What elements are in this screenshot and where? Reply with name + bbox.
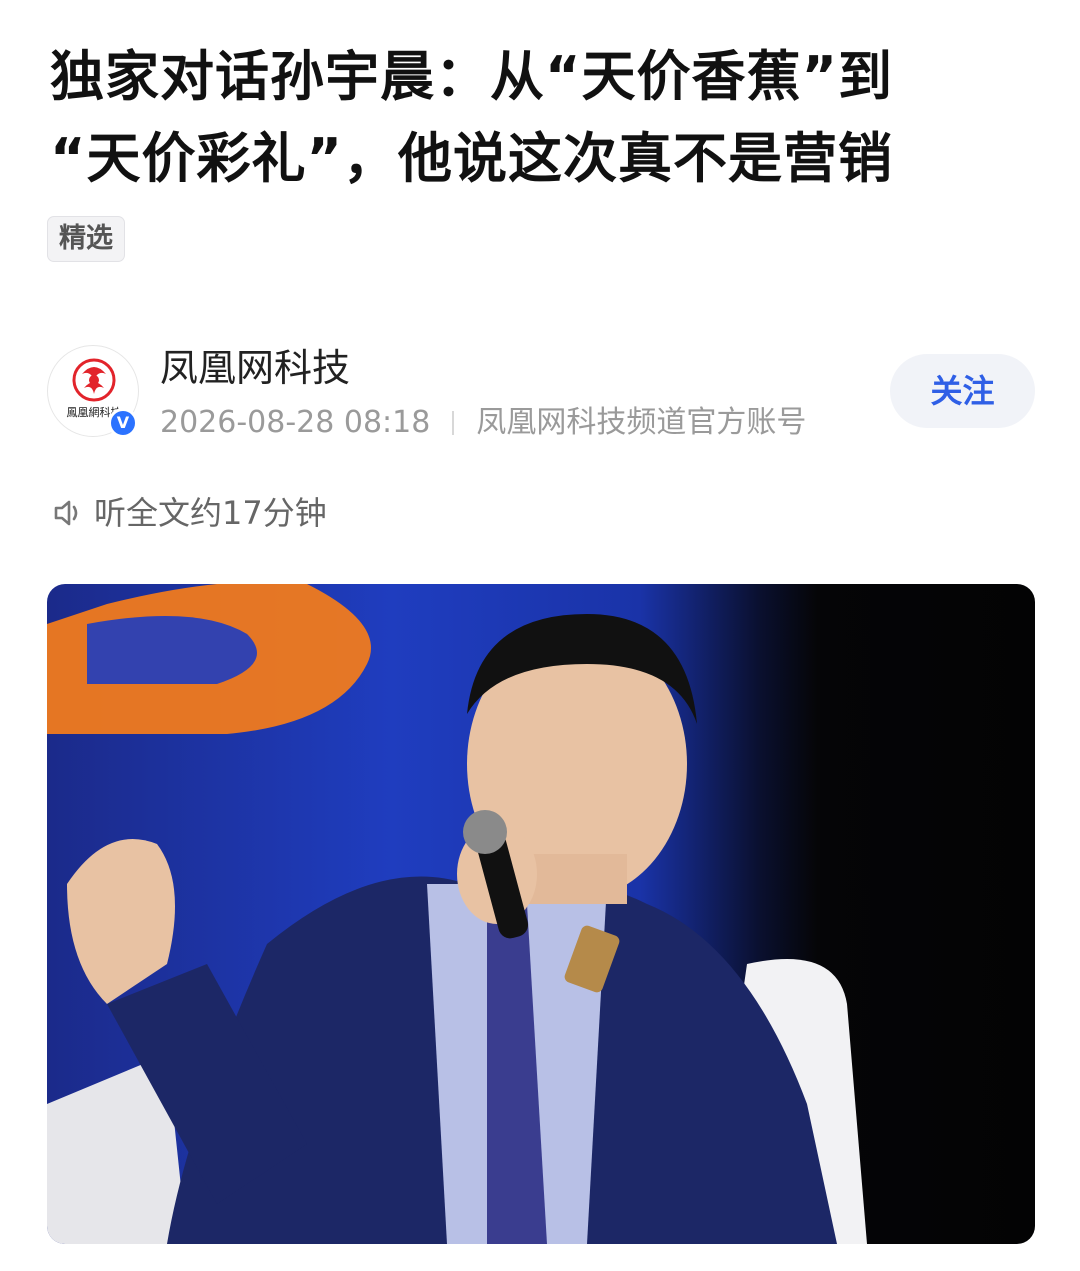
listen-label: 听全文约17分钟 bbox=[94, 494, 327, 532]
featured-tag: 精选 bbox=[47, 216, 125, 262]
article-title-line-1: 独家对话孙宇晨：从“天价香蕉”到 bbox=[50, 45, 893, 108]
article-title: 独家对话孙宇晨：从“天价香蕉”到 “天价彩礼”，他说这次真不是营销 bbox=[50, 36, 1040, 200]
speaker-icon bbox=[54, 500, 78, 526]
follow-button[interactable]: 关注 bbox=[890, 354, 1035, 428]
author-meta: 2026-08-28 08:18 凤凰网科技频道官方账号 bbox=[160, 402, 806, 444]
article-title-line-2: “天价彩礼”，他说这次真不是营销 bbox=[50, 127, 893, 190]
listen-full-article[interactable]: 听全文约17分钟 bbox=[50, 490, 327, 536]
author-description: 凤凰网科技频道官方账号 bbox=[476, 405, 807, 440]
article-hero-image[interactable] bbox=[47, 584, 1035, 1244]
hero-photo bbox=[47, 584, 867, 1244]
meta-divider bbox=[452, 411, 455, 435]
author-name[interactable]: 凤凰网科技 bbox=[160, 342, 350, 394]
publish-timestamp: 2026-08-28 08:18 bbox=[160, 405, 431, 440]
verified-badge-icon: V bbox=[108, 408, 138, 438]
